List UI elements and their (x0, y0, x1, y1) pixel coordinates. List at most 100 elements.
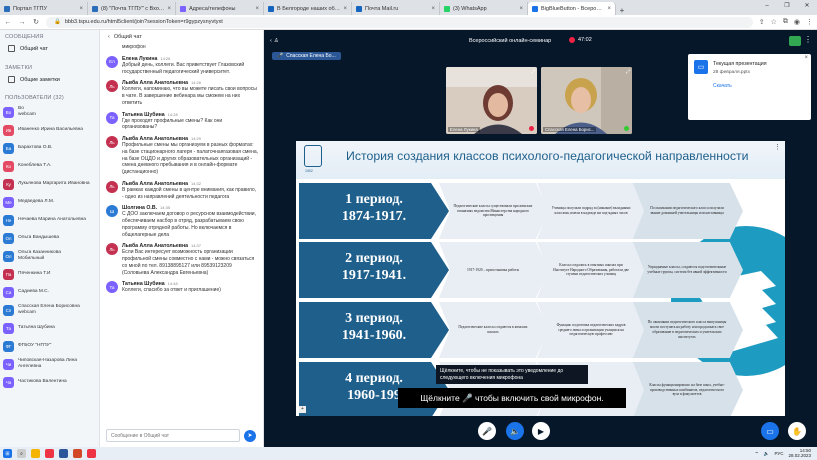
tab-label: Адреса/телефоны (189, 5, 236, 12)
browser-tab[interactable]: В Белгороде наших объявлены× (264, 2, 352, 15)
avatar: Ль (106, 180, 118, 193)
pdf-icon[interactable] (87, 449, 96, 458)
chat-message-input[interactable] (106, 429, 240, 442)
user-list-item[interactable]: Сп Спасская Елена Борисовна webcam (0, 301, 99, 319)
send-icon[interactable]: ➤ (244, 429, 256, 442)
user-name: Татьяна Шубина (18, 325, 55, 331)
webcam-video-2[interactable]: ⤢ Спасская Елена Борис... (541, 67, 632, 134)
chrome-icon[interactable] (45, 449, 54, 458)
browser-tab[interactable]: (8) "Почта ТГПУ" с Входящие× (88, 2, 176, 15)
user-list-item[interactable]: Та Татьяна Шубина (0, 319, 99, 337)
tab-close-icon[interactable]: × (343, 6, 347, 12)
period-detail: Ученицы получали подряд за (никакие) вкл… (537, 183, 647, 239)
file-explorer-icon[interactable] (31, 449, 40, 458)
emblem-year: 1902 (305, 169, 313, 173)
user-list-item[interactable]: Ку Лукьянова Маргарита Ивановна (0, 175, 99, 193)
browser-tab[interactable]: Адреса/телефоны × (176, 2, 264, 15)
chat-header[interactable]: ‹ Общий чат (100, 30, 263, 44)
url-field[interactable]: 🔒 bbb3.tspu.edu.ru/html5client/join?sess… (46, 16, 753, 28)
video-name-2: Спасская Елена Борис... (543, 127, 597, 132)
user-list-item[interactable]: Па Пяченкина Т.И (0, 265, 99, 283)
new-tab-button[interactable]: + (616, 6, 628, 15)
tab-label: (8) "Почта ТГПУ" с Входящие (101, 5, 164, 12)
more-options-icon[interactable]: ⋮ (804, 35, 812, 44)
user-list-item[interactable]: Ол Ольга Вандышева (0, 229, 99, 247)
profile-icon[interactable]: ◉ (794, 18, 800, 26)
user-list-item[interactable]: Чи Чиповская-Назарова Лина Ангелевна (0, 355, 99, 373)
chat-message: Ль Львба Алла Анатольевна 14:32 В рамках ка… (106, 180, 258, 201)
close-window-button[interactable]: ✕ (797, 0, 817, 12)
user-list-item[interactable]: Ча Частикова Валентина (0, 373, 99, 391)
tab-close-icon[interactable]: × (431, 6, 435, 12)
raise-hand-icon[interactable]: ✋ (788, 422, 806, 440)
language-indicator[interactable]: РУС (774, 451, 783, 456)
windows-start-icon[interactable]: ⊞ (3, 449, 12, 458)
audio-icon[interactable]: 🔈 (506, 422, 524, 440)
download-link[interactable]: Скачать (713, 83, 732, 89)
avatar: Ко (3, 160, 14, 172)
user-list-item[interactable]: Во Во webcam (0, 103, 99, 121)
user-list-item[interactable]: Ко Конеблева Т.А. (0, 157, 99, 175)
star-icon[interactable]: ☆ (771, 18, 777, 26)
user-list-item[interactable]: Ол Ольга Казанникова Мобильный (0, 247, 99, 265)
browser-tab[interactable]: Портал ТГПУ × (0, 2, 88, 15)
clock[interactable]: 14:50 28.02.2023 (788, 448, 811, 458)
volume-icon[interactable]: 🔈 (764, 451, 770, 457)
tab-close-icon[interactable]: × (79, 6, 83, 12)
presentation-toggle-icon[interactable]: ▭ (761, 422, 779, 440)
close-icon[interactable]: × (804, 55, 808, 61)
public-chat-label: Общий чат (20, 45, 48, 52)
search-icon[interactable]: ⌕ (17, 449, 26, 458)
user-list-item[interactable]: ФГ ФГБОУ "НГПУ" (0, 337, 99, 355)
user-list-toggle-icon[interactable]: ♙ (274, 38, 279, 44)
powerpoint-icon[interactable] (73, 449, 82, 458)
chevron-left-icon[interactable]: ‹ (270, 38, 272, 44)
expand-icon[interactable]: ⤢ (626, 69, 630, 75)
meeting-controls: 🎤 🔈 ▶ ▭ ✋ (264, 417, 817, 447)
browser-tab[interactable]: Почта Mail.ru × (352, 2, 440, 15)
recording-indicator[interactable]: 47:02 (569, 37, 592, 43)
slide-add-icon[interactable]: + (299, 406, 306, 413)
share-icon[interactable]: ⇪ (759, 18, 765, 26)
tab-close-icon[interactable]: × (519, 6, 523, 12)
user-list-item[interactable]: Ба Барахтова О.В. (0, 139, 99, 157)
chat-message: Ль Львба Алла Анатольевна 14:29 Профильные … (106, 136, 258, 176)
word-icon[interactable] (59, 449, 68, 458)
user-list-item[interactable]: Са Садиева М.С. (0, 283, 99, 301)
mic-notification-tooltip[interactable]: Щёлкните, чтобы не показывать это уведом… (436, 365, 588, 384)
public-chat-item[interactable]: Общий чат (0, 42, 99, 55)
network-icon[interactable]: ⌔ (755, 451, 759, 457)
minimize-button[interactable]: – (757, 0, 777, 12)
user-name: Нечаева Марина Анатольевна (18, 217, 86, 223)
expand-icon[interactable]: ⤢ (531, 69, 535, 75)
video-camera-icon[interactable]: ▶ (532, 422, 550, 440)
browser-tab[interactable]: BigBlueButton - Всероссийский× (528, 2, 616, 15)
user-list-item[interactable]: Ив Иваненко Ирина Васильевна (0, 121, 99, 139)
tab-close-icon[interactable]: × (607, 6, 611, 12)
lock-icon: 🔒 (54, 18, 61, 25)
tab-close-icon[interactable]: × (255, 6, 259, 12)
forward-icon[interactable]: → (18, 19, 26, 26)
address-bar-row: ← → ↻ 🔒 bbb3.tspu.edu.ru/html5client/joi… (0, 15, 817, 30)
chat-input-row: ➤ (106, 429, 256, 442)
mic-icon (624, 126, 629, 131)
back-icon[interactable]: ← (4, 19, 12, 26)
enable-mic-toast[interactable]: Щёлкните 🎤 чтобы включить свой микрофон. (398, 388, 626, 408)
extensions-icon[interactable]: ⧉ (783, 18, 788, 26)
avatar: Во (3, 106, 14, 118)
talking-indicator[interactable]: 🎤 Спасская Елена Бо... (272, 52, 341, 60)
shared-notes-item[interactable]: Общие заметки (0, 73, 99, 86)
user-list-item[interactable]: Ме Медведева Л.М. (0, 193, 99, 211)
microphone-icon[interactable]: 🎤 (478, 422, 496, 440)
slide-options-icon[interactable]: ⋮ (774, 143, 781, 151)
connection-status-icon[interactable] (789, 36, 801, 46)
browser-tab[interactable]: (3) WhatsApp × (440, 2, 528, 15)
user-list-item[interactable]: Не Нечаева Марина Анатольевна (0, 211, 99, 229)
reload-icon[interactable]: ↻ (32, 18, 40, 26)
chevron-left-icon[interactable]: ‹ (108, 34, 110, 40)
webcam-video-1[interactable]: ⤢ Елена Лукина (446, 67, 537, 134)
menu-icon[interactable]: ⋮ (806, 18, 813, 26)
avatar: Ме (3, 196, 14, 208)
maximize-button[interactable]: ❐ (777, 0, 797, 12)
tab-close-icon[interactable]: × (167, 6, 171, 12)
